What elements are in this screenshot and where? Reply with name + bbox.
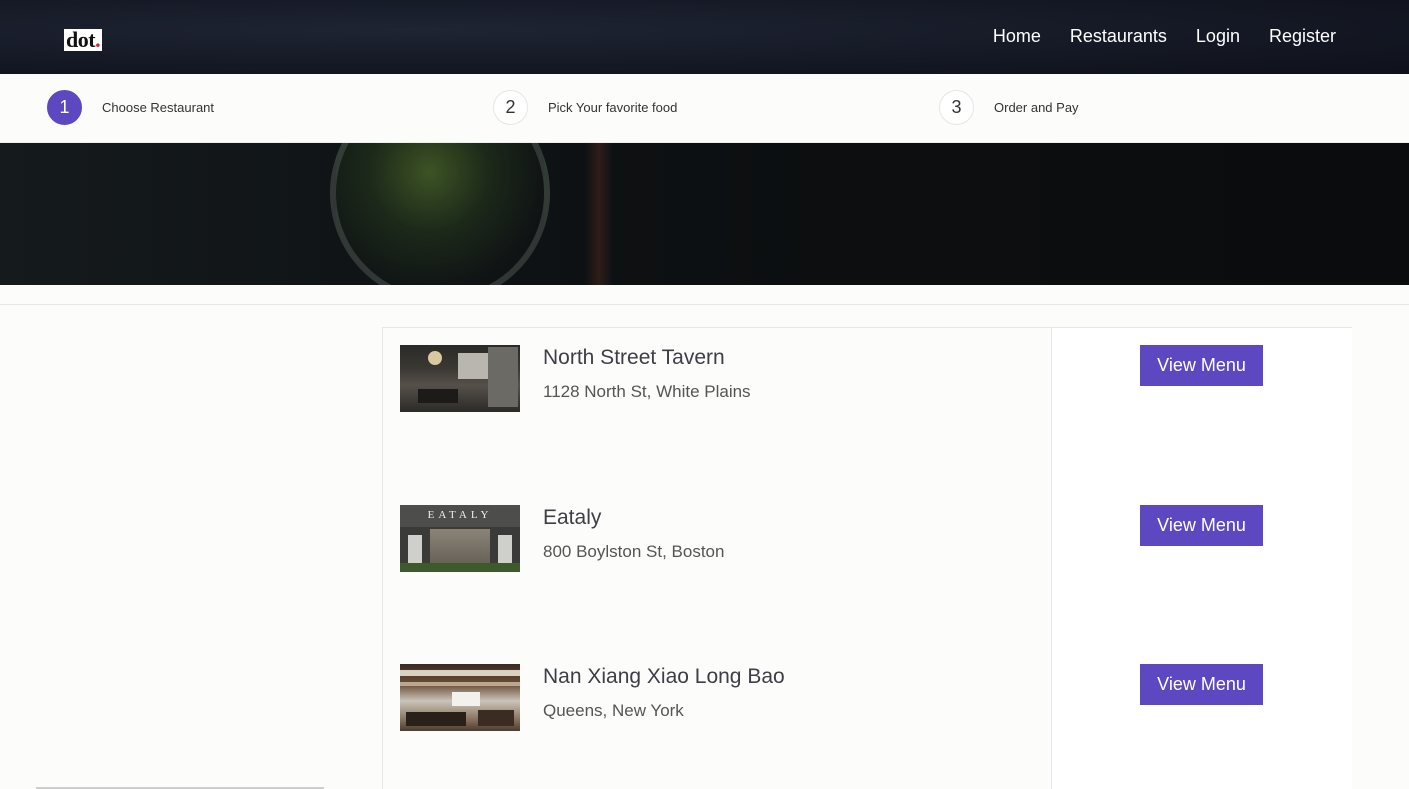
nav-home-link[interactable]: Home	[993, 26, 1041, 47]
nav-register-link[interactable]: Register	[1269, 26, 1336, 47]
logo[interactable]: dot.	[64, 27, 103, 52]
step-number-badge: 2	[493, 90, 528, 125]
step-choose-restaurant: 1 Choose Restaurant	[47, 90, 214, 125]
hero-banner-image	[0, 143, 1409, 285]
thumb-detail	[428, 351, 442, 365]
step-label: Order and Pay	[994, 100, 1079, 115]
logo-dot: .	[95, 27, 101, 52]
step-order-pay: 3 Order and Pay	[939, 90, 1079, 125]
restaurant-name[interactable]: Eataly	[543, 506, 601, 530]
order-steps: 1 Choose Restaurant 2 Pick Your favorite…	[0, 74, 1409, 143]
restaurant-list: North Street Tavern 1128 North St, White…	[382, 327, 1352, 789]
thumb-detail	[452, 692, 480, 706]
section-divider	[0, 304, 1409, 305]
thumb-detail	[478, 710, 514, 726]
restaurant-name[interactable]: North Street Tavern	[543, 346, 725, 370]
restaurant-card: EATALY Eataly 800 Boylston St, Boston Vi…	[383, 505, 1353, 605]
nav-restaurants-link[interactable]: Restaurants	[1070, 26, 1167, 47]
step-label: Pick Your favorite food	[548, 100, 678, 115]
thumb-detail	[400, 670, 520, 676]
restaurant-address: 800 Boylston St, Boston	[543, 542, 725, 561]
nav-login-link[interactable]: Login	[1196, 26, 1240, 47]
step-pick-food: 2 Pick Your favorite food	[493, 90, 677, 125]
top-navbar: dot. Home Restaurants Login Register	[0, 0, 1409, 74]
thumb-detail	[400, 682, 520, 686]
main-nav: Home Restaurants Login Register	[993, 26, 1336, 47]
step-number-badge: 1	[47, 90, 82, 125]
restaurant-card: North Street Tavern 1128 North St, White…	[383, 345, 1353, 445]
wine-glass-graphic	[330, 143, 550, 285]
view-menu-button[interactable]: View Menu	[1140, 345, 1263, 386]
view-menu-button[interactable]: View Menu	[1140, 664, 1263, 705]
restaurant-thumbnail[interactable]	[400, 345, 520, 412]
thumb-detail	[418, 389, 458, 403]
thumb-detail	[406, 712, 466, 726]
restaurant-thumbnail[interactable]	[400, 664, 520, 731]
restaurant-address: 1128 North St, White Plains	[543, 382, 751, 401]
storefront-sign: EATALY	[400, 505, 520, 527]
step-number-badge: 3	[939, 90, 974, 125]
restaurant-name[interactable]: Nan Xiang Xiao Long Bao	[543, 665, 785, 689]
view-menu-button[interactable]: View Menu	[1140, 505, 1263, 546]
thumb-detail	[488, 347, 518, 407]
step-label: Choose Restaurant	[102, 100, 215, 115]
background-bottle-graphic	[585, 143, 613, 285]
restaurant-address: Queens, New York	[543, 701, 684, 720]
logo-text: dot	[66, 27, 96, 52]
restaurant-thumbnail[interactable]: EATALY	[400, 505, 520, 572]
thumb-detail	[400, 563, 520, 572]
restaurant-card: Nan Xiang Xiao Long Bao Queens, New York…	[383, 664, 1353, 764]
